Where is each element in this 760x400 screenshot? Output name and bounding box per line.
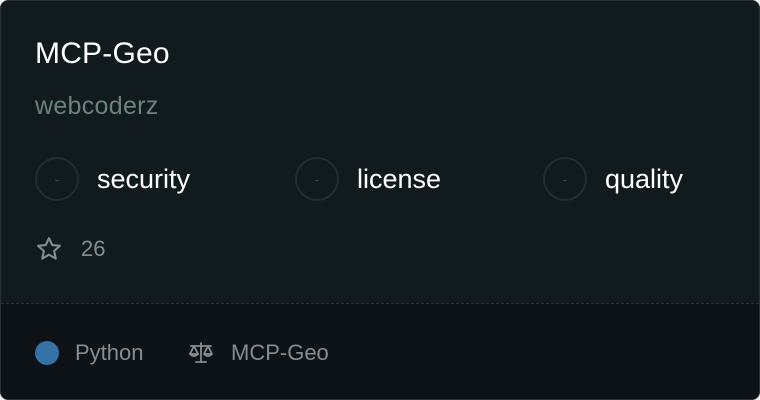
star-count: 26 — [35, 233, 105, 265]
license-name: MCP-Geo — [231, 340, 329, 365]
card-footer: Python MCP-Geo — [1, 303, 759, 399]
repo-title[interactable]: MCP-Geo — [35, 35, 170, 73]
security-score-circle: - — [35, 157, 79, 201]
security-score-value: - — [54, 171, 60, 187]
quality-score-value: - — [562, 171, 568, 187]
language-color-dot — [35, 341, 59, 365]
star-icon — [35, 235, 63, 263]
license-score-circle: - — [295, 157, 339, 201]
quality-score-label: quality — [605, 164, 684, 194]
star-count-value: 26 — [81, 236, 106, 261]
license-score: - license — [295, 155, 441, 203]
language-info: Python — [35, 338, 144, 368]
license-info: MCP-Geo — [187, 338, 329, 368]
quality-score: - quality — [543, 155, 683, 203]
scale-icon — [187, 340, 215, 366]
language-name: Python — [75, 340, 144, 365]
quality-score-circle: - — [543, 157, 587, 201]
license-score-label: license — [357, 164, 442, 194]
security-score: - security — [35, 155, 190, 203]
repo-owner[interactable]: webcoderz — [35, 89, 159, 123]
repo-card[interactable]: MCP-Geo webcoderz - security - license -… — [0, 0, 760, 400]
license-score-value: - — [314, 171, 320, 187]
security-score-label: security — [97, 164, 191, 194]
